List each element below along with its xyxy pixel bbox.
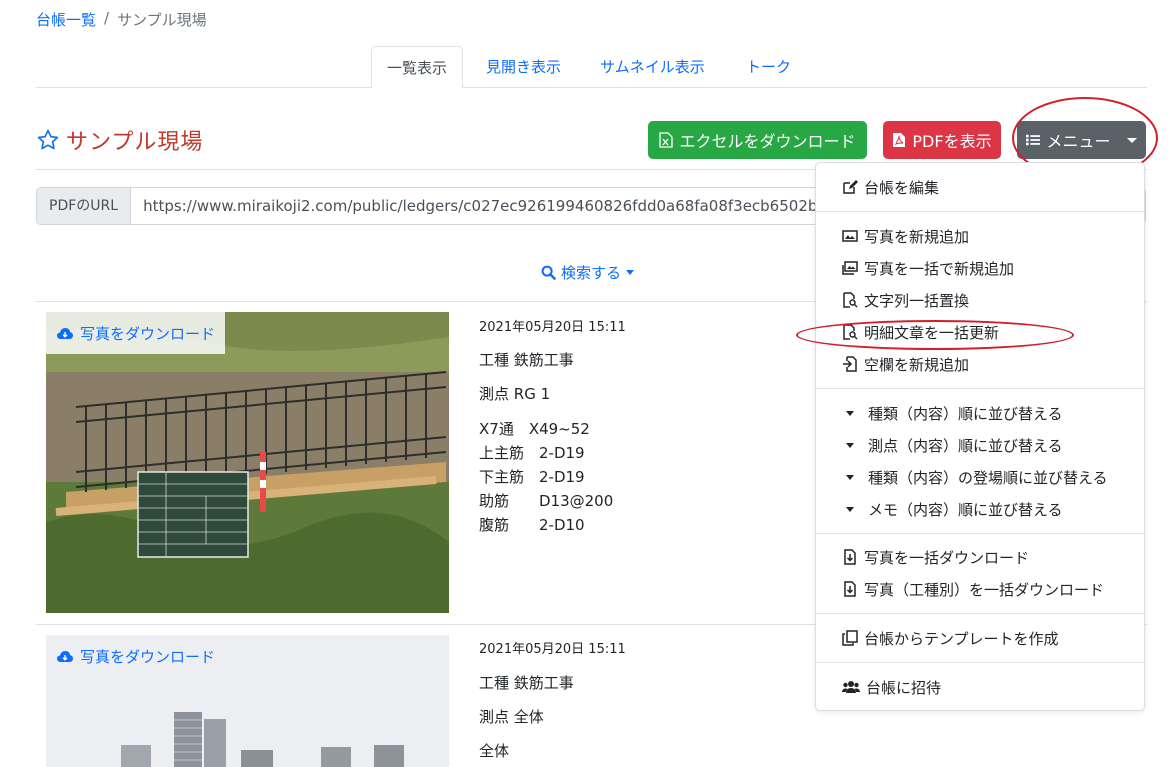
tab-thumbnail-view[interactable]: サムネイル表示	[585, 46, 720, 88]
breadcrumb-separator: /	[104, 9, 110, 27]
menu-item-sort-by-station[interactable]: 測点（内容）順に並び替える	[816, 429, 1144, 461]
file-search-icon	[843, 292, 858, 308]
edit-icon	[843, 180, 858, 194]
menu-item-invite[interactable]: 台帳に招待	[816, 671, 1144, 703]
tab-spread-view[interactable]: 見開き表示	[471, 46, 576, 88]
menu-item-label: メモ（内容）順に並び替える	[868, 500, 1063, 519]
users-icon	[842, 681, 860, 693]
menu-item-bulk-replace-text[interactable]: 文字列一括置換	[816, 284, 1144, 316]
menu-item-create-template[interactable]: 台帳からテンプレートを作成	[816, 622, 1144, 654]
menu-item-label: 台帳に招待	[866, 678, 942, 697]
menu-item-label: 測点（内容）順に並び替える	[868, 436, 1063, 455]
pdf-view-label: PDFを表示	[912, 132, 992, 151]
menu-item-bulk-add-photos[interactable]: 写真を一括で新規追加	[816, 252, 1144, 284]
search-icon	[541, 265, 556, 280]
pdf-view-button[interactable]: PDFを表示	[883, 121, 1001, 159]
entry-line: 腹筋 2-D10	[479, 516, 585, 534]
file-download-icon	[844, 549, 856, 565]
entry-line: X7通 X49~52	[479, 420, 590, 438]
menu-divider	[816, 533, 1144, 534]
page-title: サンプル現場	[36, 124, 203, 156]
pdf-file-icon	[893, 133, 906, 147]
entry-line: 測点 全体	[479, 708, 544, 726]
menu-item-sort-by-type[interactable]: 種類（内容）順に並び替える	[816, 397, 1144, 429]
sort-down-icon	[846, 442, 854, 448]
entry-line: 全体	[479, 742, 510, 760]
search-toggle[interactable]: 検索する	[541, 262, 635, 283]
photo-download-label: 写真をダウンロード	[80, 324, 216, 343]
tab-list-view[interactable]: 一覧表示	[371, 46, 464, 89]
menu-item-bulk-download-photos[interactable]: 写真を一括ダウンロード	[816, 541, 1144, 573]
menu-item-label: 写真を一括で新規追加	[864, 259, 1015, 278]
file-import-icon	[843, 356, 857, 372]
sort-down-icon	[846, 506, 854, 512]
entry-line: 工種 鉄筋工事	[479, 674, 574, 692]
menu-divider	[816, 388, 1144, 389]
copy-icon	[842, 630, 858, 646]
entry-line: 下主筋 2-D19	[479, 468, 585, 486]
menu-item-label: 空欄を新規追加	[864, 355, 970, 374]
menu-divider	[816, 211, 1144, 212]
photo-download-link[interactable]: 写真をダウンロード	[46, 312, 226, 354]
excel-download-label: エクセルをダウンロード	[679, 132, 856, 151]
cloud-download-icon	[57, 328, 73, 339]
menu-item-edit-ledger[interactable]: 台帳を編集	[816, 171, 1144, 203]
photo-download-label: 写真をダウンロード	[80, 647, 216, 666]
search-label: 検索する	[561, 264, 622, 282]
annotation-circle-menu-item	[796, 320, 1074, 350]
page-title-text: サンプル現場	[66, 130, 204, 155]
tab-talk[interactable]: トーク	[731, 46, 806, 88]
cloud-download-icon	[57, 651, 73, 662]
menu-item-sort-by-memo[interactable]: メモ（内容）順に並び替える	[816, 493, 1144, 525]
entry-photo[interactable]: 写真をダウンロード	[46, 635, 449, 767]
menu-item-add-photo[interactable]: 写真を新規追加	[816, 220, 1144, 252]
entry-datetime: 2021年05月20日 15:11	[479, 320, 626, 335]
chevron-down-icon	[626, 270, 635, 275]
menu-item-label: 台帳からテンプレートを作成	[864, 629, 1059, 648]
entry-line: 測点 RG 1	[479, 385, 551, 403]
menu-item-label: 文字列一括置換	[864, 291, 970, 310]
menu-item-label: 写真を新規追加	[864, 227, 970, 246]
pdf-url-label: PDFのURL	[37, 188, 132, 224]
sort-down-icon	[846, 474, 854, 480]
file-download-icon	[844, 581, 856, 597]
menu-item-label: 種類（内容）の登場順に並び替える	[868, 468, 1108, 487]
menu-divider	[816, 662, 1144, 663]
photo-download-link[interactable]: 写真をダウンロード	[46, 635, 225, 677]
entry-datetime: 2021年05月20日 15:11	[479, 642, 626, 657]
star-icon[interactable]	[36, 128, 60, 152]
breadcrumb: 台帳一覧 / サンプル現場	[36, 9, 207, 30]
menu-item-sort-by-appearance[interactable]: 種類（内容）の登場順に並び替える	[816, 461, 1144, 493]
entry-line: 上主筋 2-D19	[479, 444, 585, 462]
menu-item-bulk-download-by-work[interactable]: 写真（工種別）を一括ダウンロード	[816, 573, 1144, 605]
image-icon	[842, 230, 858, 242]
menu-item-add-blank[interactable]: 空欄を新規追加	[816, 348, 1144, 380]
entry-line: 助筋 D13@200	[479, 492, 614, 510]
menu-item-label: 種類（内容）順に並び替える	[868, 404, 1063, 423]
menu-dropdown: 台帳を編集 写真を新規追加 写真を一括で新規追加 文字列一括置換 明細文章を一括…	[815, 162, 1145, 711]
sort-down-icon	[846, 410, 854, 416]
excel-file-icon	[659, 132, 674, 148]
menu-item-label: 写真を一括ダウンロード	[864, 548, 1030, 567]
menu-divider	[816, 613, 1144, 614]
pdf-url-input[interactable]: https://www.miraikoji2.com/public/ledger…	[131, 188, 876, 224]
entry-photo[interactable]: 写真をダウンロード	[46, 312, 449, 613]
rebar-site-photo	[46, 312, 449, 613]
breadcrumb-root-link[interactable]: 台帳一覧	[36, 9, 96, 30]
breadcrumb-current: サンプル現場	[117, 11, 207, 29]
excel-download-button[interactable]: エクセルをダウンロード	[648, 121, 867, 159]
entry-line: 工種 鉄筋工事	[479, 351, 574, 369]
images-icon	[842, 261, 858, 275]
menu-item-label: 台帳を編集	[864, 178, 940, 197]
view-tabs: 一覧表示 見開き表示 サムネイル表示 トーク	[36, 46, 1147, 89]
menu-item-label: 写真（工種別）を一括ダウンロード	[864, 580, 1105, 599]
